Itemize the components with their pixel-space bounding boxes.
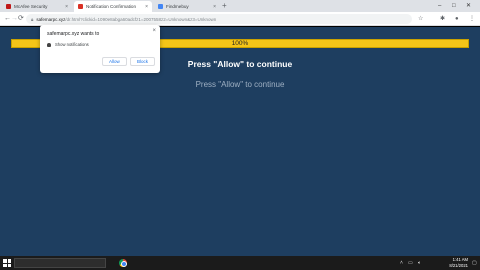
volume-icon[interactable]: 🔈︎ <box>418 259 421 267</box>
notifications-icon[interactable]: ▢ <box>472 259 477 267</box>
forward-arrow-icon[interactable]: → <box>11 14 18 24</box>
extensions-icon[interactable]: ✱ <box>440 14 445 24</box>
reload-icon[interactable]: ⟳ <box>18 14 24 24</box>
windows-taskbar: ˄ ▭ 🔈︎ 1:41 AM 8/21/2021 ▢ <box>0 256 480 270</box>
close-tab-icon[interactable]: × <box>145 4 148 10</box>
lock-icon: 🔒︎ <box>31 16 34 22</box>
address-bar[interactable]: 🔒︎ safemarpc.xyz /dr.html?clickid=1090e8… <box>26 14 412 24</box>
tab-label: Findmebuy <box>166 4 189 9</box>
windows-start-icon[interactable] <box>3 259 11 267</box>
progress-label: 100% <box>231 40 249 47</box>
profile-icon[interactable]: ● <box>455 14 459 24</box>
mcafee-favicon-icon <box>6 4 11 9</box>
tab-findmebuy[interactable]: Findmebuy × <box>154 1 220 12</box>
menu-icon[interactable]: ⋮ <box>469 14 475 24</box>
desktop-screen: McAfee Security × Notification Confirmat… <box>0 0 480 270</box>
close-tab-icon[interactable]: × <box>213 4 216 10</box>
tab-notification-confirmation[interactable]: Notification Confirmation × <box>74 1 152 12</box>
popup-close-icon[interactable]: × <box>152 28 156 34</box>
window-close-icon[interactable]: ✕ <box>466 1 471 11</box>
subline-text: Press "Allow" to continue <box>195 80 285 89</box>
notification-permission-popup: safemarpc.xyz wants to × Show notificati… <box>40 25 160 73</box>
permission-label: Show notifications <box>55 42 89 47</box>
star-icon[interactable]: ☆ <box>418 14 423 24</box>
url-path: /dr.html?clickid=1090e8abga60adcfz1=2007… <box>65 16 217 22</box>
page-favicon-icon <box>78 4 83 9</box>
chrome-taskbar-icon[interactable] <box>119 259 127 267</box>
permission-row: Show notifications <box>47 42 89 47</box>
findmebuy-favicon-icon <box>158 4 163 9</box>
tab-label: McAfee Security <box>14 4 48 9</box>
new-tab-button[interactable]: + <box>222 1 227 11</box>
block-button[interactable]: Block <box>130 57 156 66</box>
clock-time: 1:41 AM <box>452 257 468 262</box>
url-host: safemarpc.xyz <box>36 16 66 22</box>
allow-button[interactable]: Allow <box>102 57 127 66</box>
maximize-icon[interactable]: □ <box>452 1 456 11</box>
tab-mcafee[interactable]: McAfee Security × <box>2 1 72 12</box>
tray-chevron-icon[interactable]: ˄ <box>400 259 403 267</box>
tab-strip: McAfee Security × Notification Confirmat… <box>0 0 480 12</box>
popup-title: safemarpc.xyz wants to <box>47 31 100 37</box>
taskbar-search-box[interactable] <box>14 258 106 268</box>
minimize-icon[interactable]: – <box>438 1 441 11</box>
taskbar-clock[interactable]: 1:41 AM 8/21/2021 <box>449 257 468 268</box>
network-icon[interactable]: ▭ <box>408 259 413 267</box>
tab-label: Notification Confirmation <box>86 4 137 9</box>
back-arrow-icon[interactable]: ← <box>4 14 11 24</box>
close-tab-icon[interactable]: × <box>65 4 68 10</box>
bell-icon <box>47 42 51 47</box>
browser-toolbar: ← → ⟳ 🔒︎ safemarpc.xyz /dr.html?clickid=… <box>0 12 480 26</box>
clock-date: 8/21/2021 <box>449 262 468 268</box>
